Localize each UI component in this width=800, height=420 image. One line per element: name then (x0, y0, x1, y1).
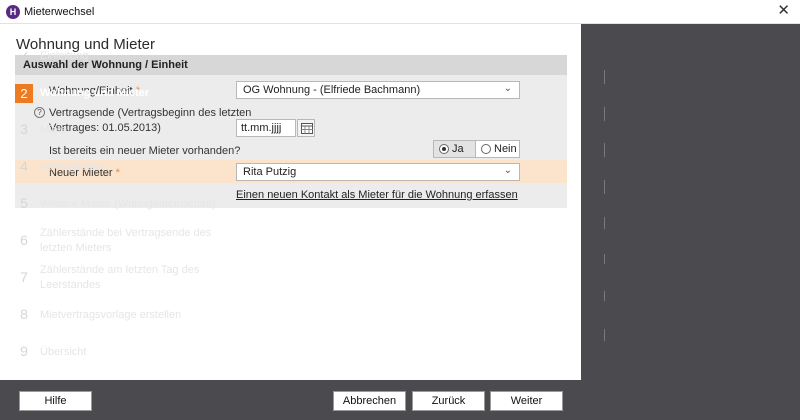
radio-checked-icon (439, 144, 449, 154)
step-connector (604, 143, 605, 157)
app-logo-icon: H (6, 5, 20, 19)
step-connector (604, 329, 605, 341)
calendar-icon (301, 123, 313, 134)
step-connector (604, 180, 605, 194)
step-number: 8 (20, 306, 28, 322)
radio-ja[interactable]: Ja (434, 141, 476, 157)
step-label-line-1: Zählerstände am letzten Tag des (40, 264, 200, 276)
help-icon[interactable]: ? (34, 107, 45, 118)
wohnung-select[interactable]: OG Wohnung - (Elfriede Bachmann) ⌄ (236, 81, 520, 99)
chevron-down-icon: ⌄ (503, 165, 512, 176)
mieter-select-value: Rita Putzig (243, 166, 297, 178)
required-mark: * (115, 167, 120, 179)
step-number: 9 (20, 343, 28, 359)
section-header: Auswahl der Wohnung / Einheit (15, 55, 567, 75)
step-number: 6 (20, 232, 28, 248)
radio-ja-label: Ja (452, 143, 464, 155)
step-label: Miete (40, 124, 67, 136)
mieter-select[interactable]: Rita Putzig ⌄ (236, 163, 520, 181)
new-contact-link[interactable]: Einen neuen Kontakt als Mieter für die W… (236, 189, 518, 201)
next-button[interactable]: Weiter (490, 391, 563, 411)
step-connector (604, 254, 605, 264)
step-label-line-1: Zählerstände bei Vertragsende des (40, 227, 212, 239)
step-connector (604, 217, 605, 229)
step-number: 3 (20, 121, 28, 137)
back-button[interactable]: Zurück (412, 391, 485, 411)
title-bar: H Mieterwechsel ✕ (0, 0, 800, 24)
neuer-mieter-question: Ist bereits ein neuer Mieter vorhanden? (49, 145, 241, 157)
wohnung-select-value: OG Wohnung - (Elfriede Bachmann) (243, 84, 421, 96)
step-label: Einleitung (40, 50, 89, 62)
vertragsende-date-input[interactable]: tt.mm.jjjj (236, 119, 296, 137)
wizard-sidebar (581, 24, 800, 380)
step-label: Übersicht (40, 346, 87, 358)
step-connector (604, 291, 605, 301)
help-button[interactable]: Hilfe (19, 391, 92, 411)
window-title: Mieterwechsel (24, 6, 95, 18)
step-label: Wohnung und Mieter (40, 87, 150, 99)
step-label-line-2: Leerstandes (40, 279, 101, 291)
step-number: 5 (20, 195, 28, 211)
mieter-vorhanden-radio-group: Ja Nein (433, 140, 520, 158)
chevron-down-icon: ⌄ (503, 83, 512, 94)
step-label-line-2: letzten Mieters (40, 242, 112, 254)
step-connector (604, 70, 605, 84)
step-label: Mietvertragsvorlage erstellen (40, 309, 182, 321)
vertragsende-label-line-1: Vertragsende (Vertragsbeginn des letzten (49, 107, 252, 119)
step-connector (604, 107, 605, 121)
radio-unchecked-icon (481, 144, 491, 154)
radio-nein-label: Nein (494, 143, 517, 155)
checkmark-icon: ✓ (18, 48, 30, 64)
step-number: 7 (20, 269, 28, 285)
step-number: 4 (20, 158, 28, 174)
calendar-button[interactable] (297, 119, 315, 137)
cancel-button[interactable]: Abbrechen (333, 391, 406, 411)
close-icon[interactable]: ✕ (777, 3, 790, 19)
step-label: Vertragsdaten (40, 161, 109, 173)
step-number: 2 (15, 84, 33, 103)
radio-nein[interactable]: Nein (476, 141, 519, 157)
step-label: Weitere Mieter (Wohngemeinschaft) (40, 198, 216, 210)
